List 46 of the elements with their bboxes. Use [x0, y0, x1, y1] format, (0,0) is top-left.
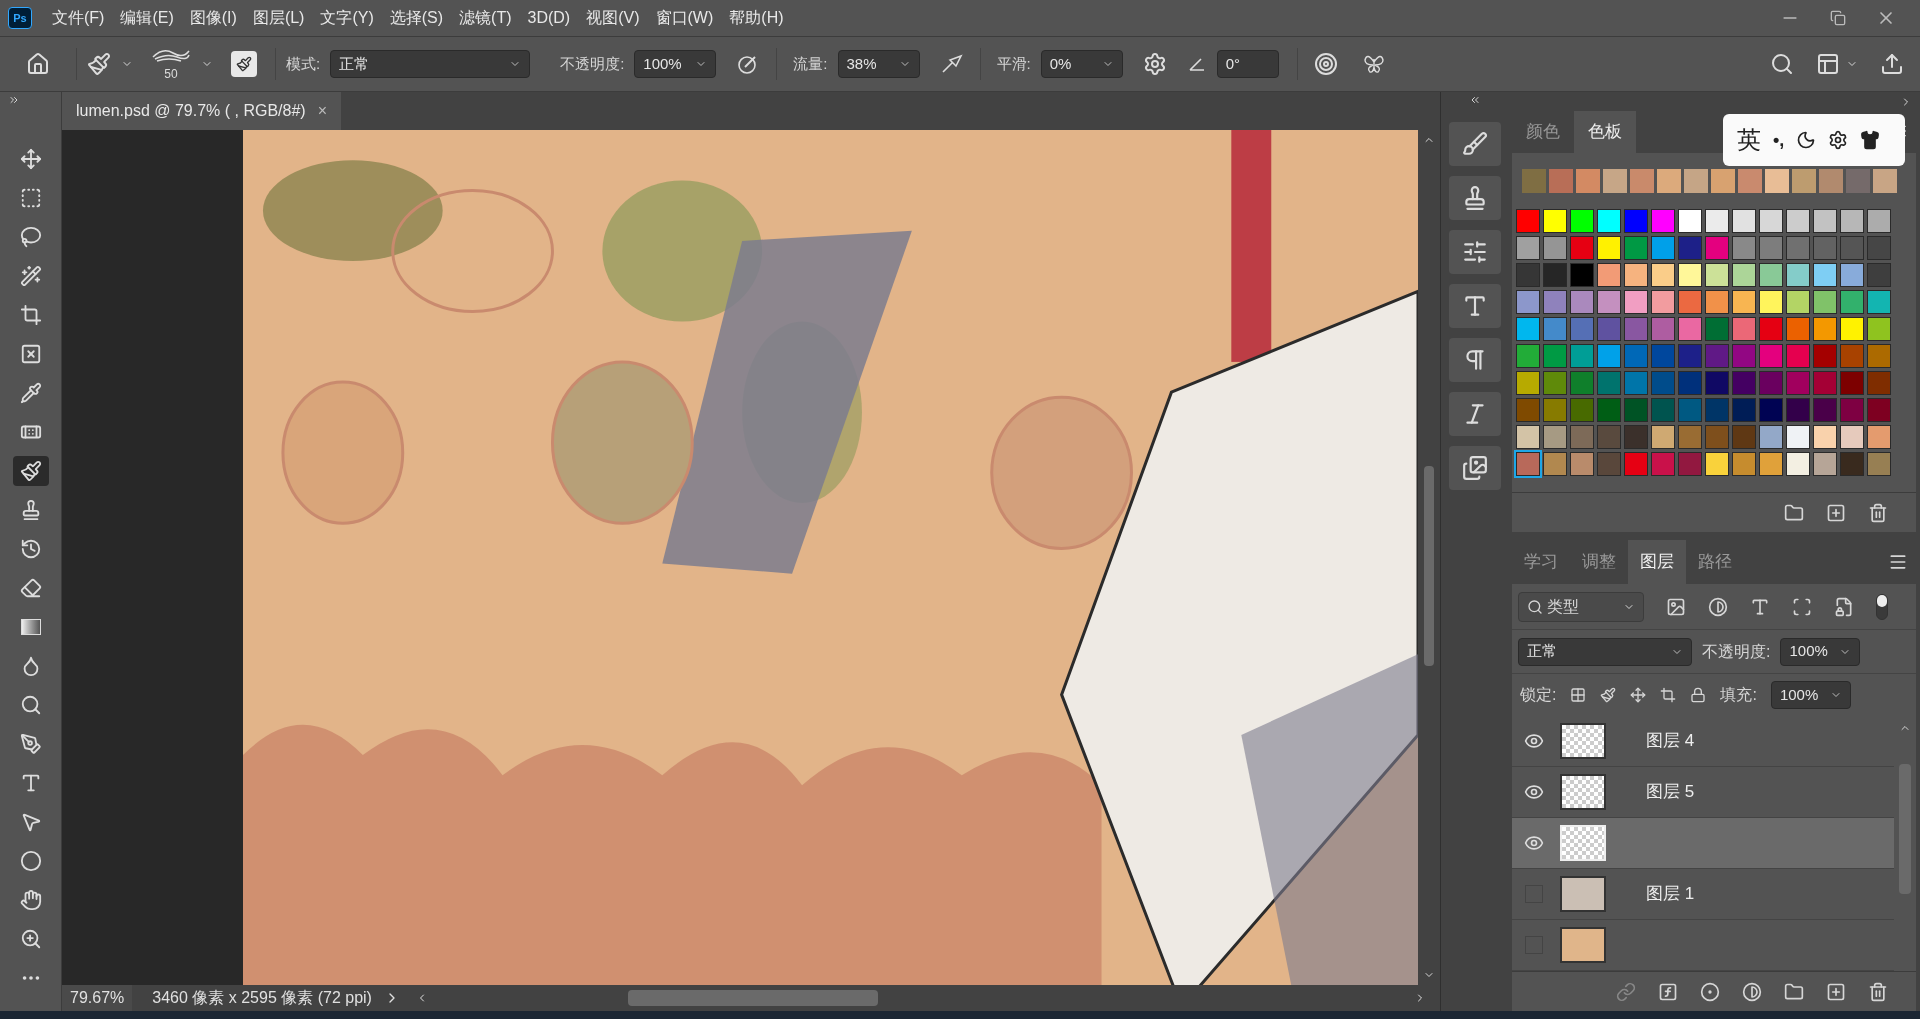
- opacity-label: 不透明度:: [1702, 641, 1771, 662]
- document-tab[interactable]: lumen.psd @ 79.7% ( , RGB/8#) ×: [62, 92, 341, 130]
- smoothing-field[interactable]: 0%: [1040, 50, 1123, 78]
- layer-name: 图层 1: [1646, 883, 1695, 906]
- angle-field[interactable]: 0°: [1216, 50, 1279, 78]
- lock-label: 锁定:: [1520, 685, 1557, 705]
- fill-field[interactable]: 100%: [1770, 681, 1851, 709]
- blend-mode-dropdown[interactable]: 正常: [1518, 637, 1692, 666]
- menu-item[interactable]: 3D(D): [521, 6, 577, 30]
- menu-item[interactable]: 文件(F): [46, 6, 111, 30]
- document-size-text: 3460 像素 x 2595 像素 (72 ppi): [152, 988, 372, 1008]
- menu-item[interactable]: 文字(Y): [314, 6, 380, 30]
- panel-tab[interactable]: 路径: [1686, 540, 1744, 584]
- mode-label: 模式:: [286, 53, 321, 74]
- panel-tab[interactable]: 调整: [1570, 540, 1628, 584]
- smoothing-label: 平滑:: [996, 53, 1031, 74]
- opacity-field[interactable]: 100%: [1780, 637, 1861, 666]
- flow-label: 流量:: [793, 53, 828, 74]
- brush-size-text: 50: [164, 66, 178, 83]
- close-tab-button[interactable]: ×: [317, 99, 327, 123]
- layer-row[interactable]: 图层 4: [1512, 716, 1894, 767]
- opacity-label: 不透明度:: [560, 53, 625, 74]
- zoom-level-text: 79.67%: [62, 985, 133, 1011]
- ime-language-toggle[interactable]: 英: [1737, 122, 1761, 158]
- panel-tab[interactable]: 颜色: [1512, 111, 1574, 154]
- menu-item[interactable]: 帮助(H): [723, 6, 790, 30]
- layer-filter-dropdown[interactable]: 类型: [1518, 591, 1644, 622]
- menu-item[interactable]: 图像(I): [183, 6, 243, 30]
- layer-row[interactable]: 图层 1: [1512, 869, 1894, 920]
- menu-item[interactable]: 窗口(W): [649, 6, 720, 30]
- app-logo: Ps: [8, 7, 32, 29]
- layer-name: 图层 5: [1646, 781, 1695, 804]
- panel-tab[interactable]: 学习: [1512, 540, 1570, 584]
- fill-label: 填充:: [1720, 685, 1757, 705]
- menu-item[interactable]: 编辑(E): [114, 6, 180, 30]
- flow-field[interactable]: 38%: [837, 50, 920, 78]
- mode-dropdown[interactable]: 正常: [330, 50, 531, 78]
- opacity-field[interactable]: 100%: [634, 50, 717, 78]
- menu-item[interactable]: 图层(L): [246, 6, 311, 30]
- panel-tab[interactable]: 图层: [1628, 540, 1686, 584]
- menu-item[interactable]: 视图(V): [580, 6, 646, 30]
- ime-punctuation-toggle[interactable]: •,: [1773, 126, 1785, 154]
- menu-item[interactable]: 选择(S): [383, 6, 450, 30]
- menu-item[interactable]: 滤镜(T): [453, 6, 518, 30]
- panel-tab[interactable]: 色板: [1574, 111, 1636, 154]
- layer-name: 图层 4: [1646, 730, 1695, 753]
